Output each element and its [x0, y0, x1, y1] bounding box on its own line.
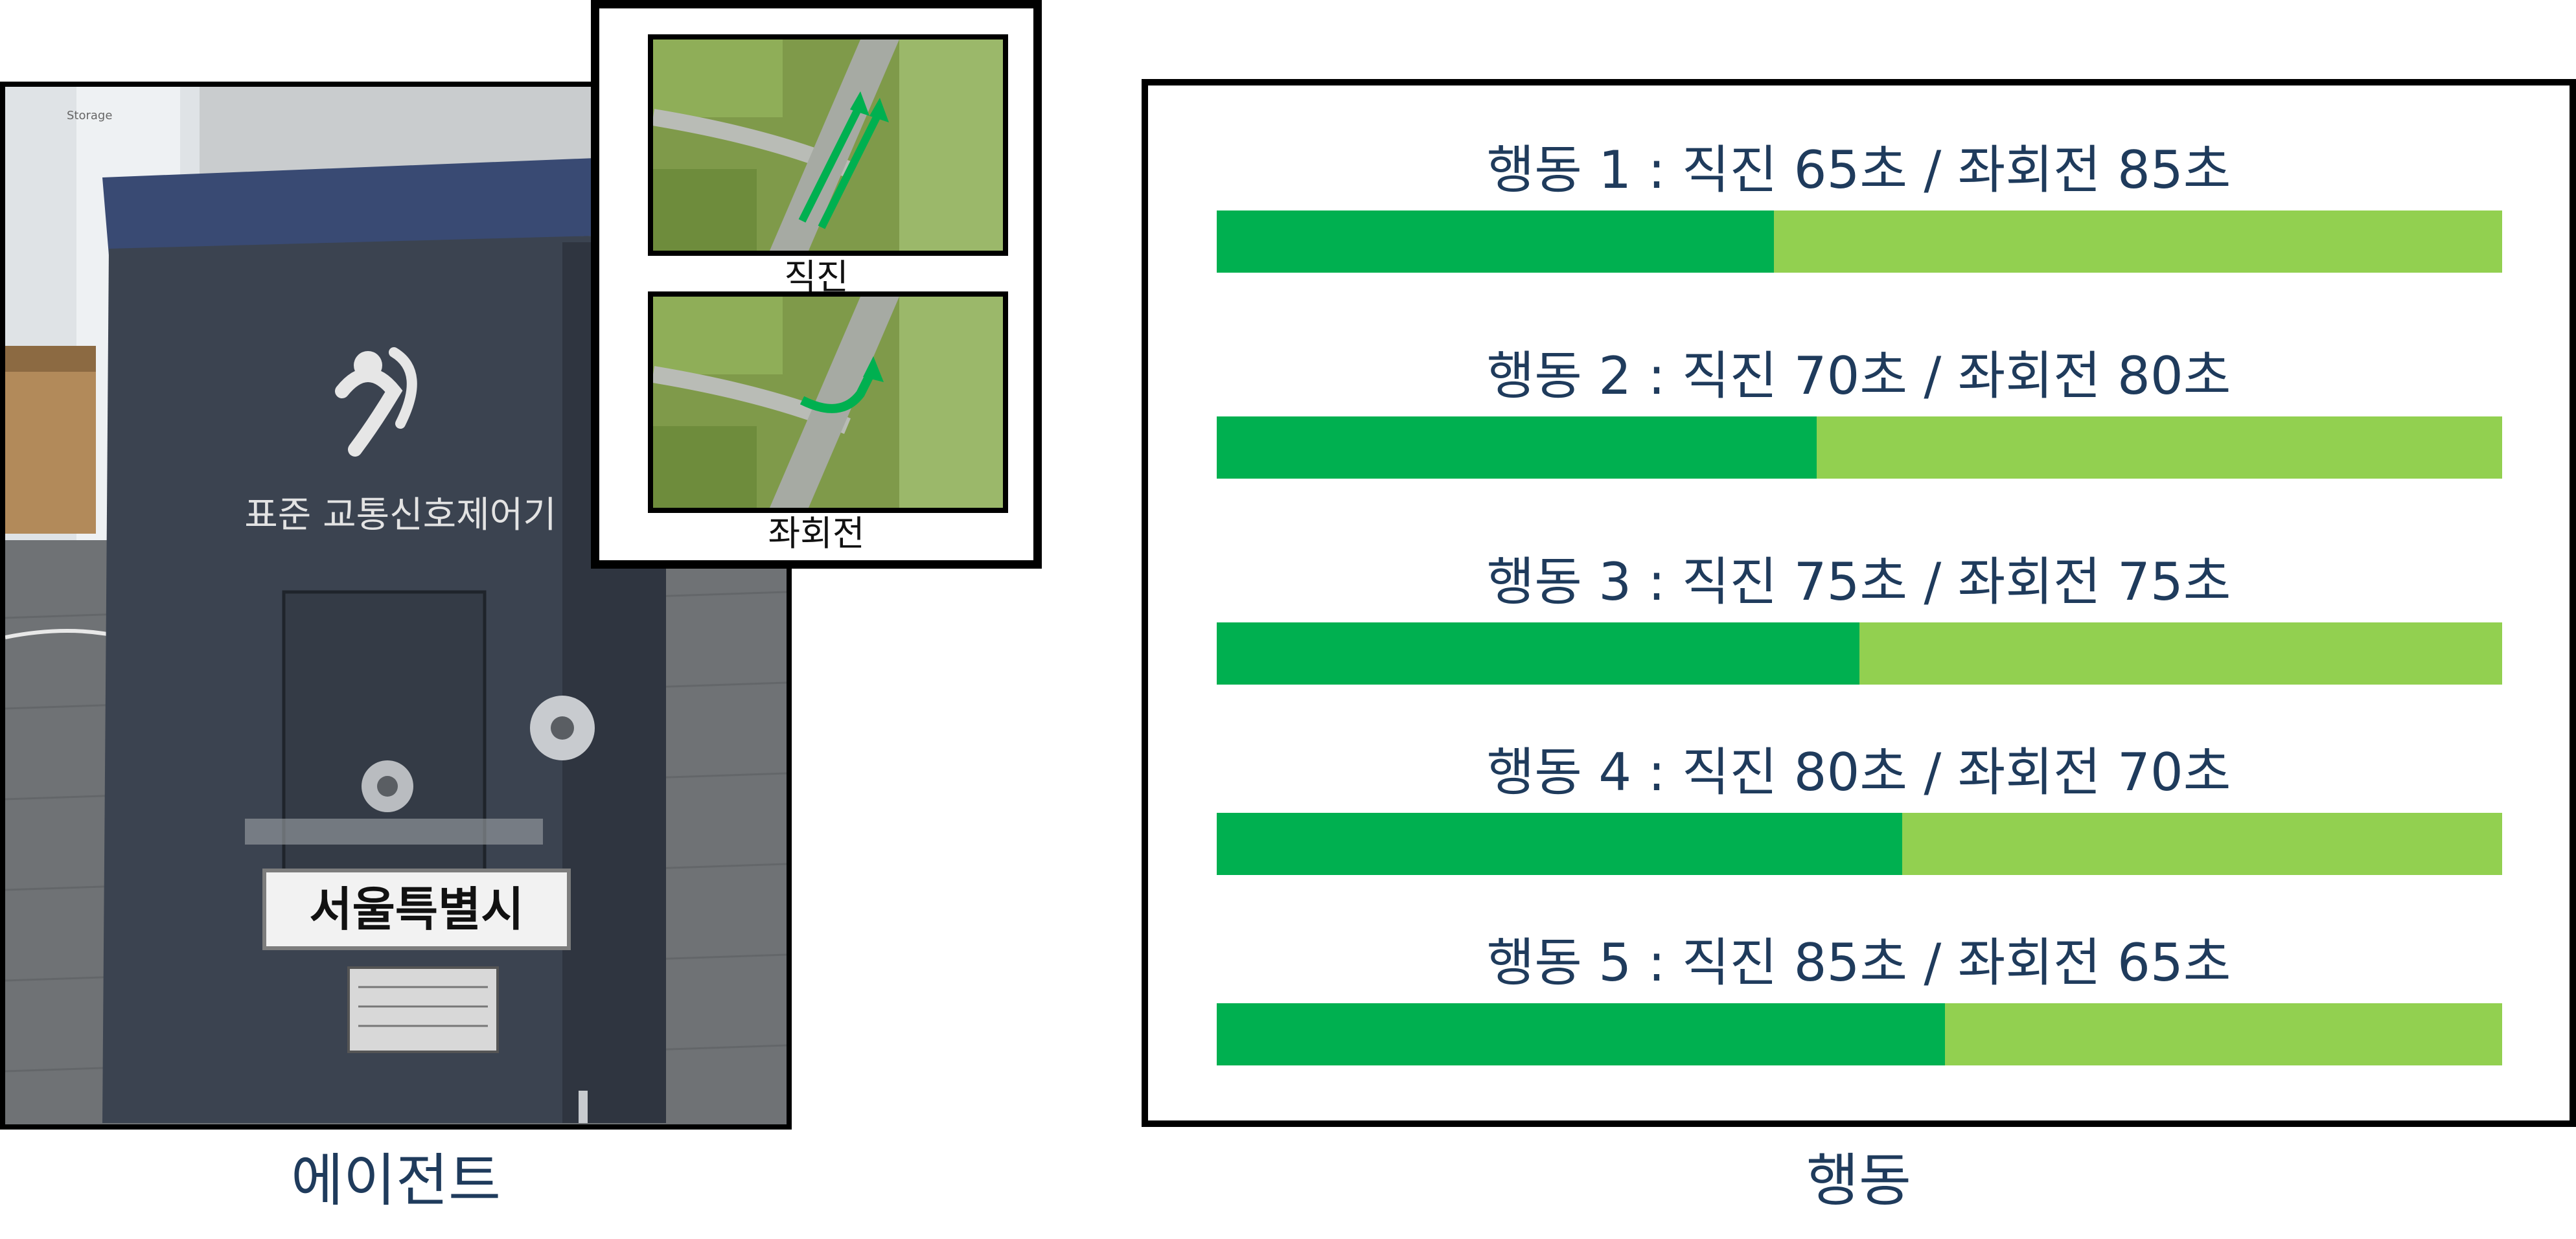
action-1-title: 행동 1 : 직진 65초 / 좌회전 85초 — [1486, 140, 2231, 200]
action-2-straight-fill — [1217, 416, 1817, 479]
agent-caption: 에이전트 — [291, 1147, 501, 1214]
box-text: Storage — [67, 109, 112, 122]
action-3-straight-fill — [1217, 622, 1859, 685]
action-5-bar — [1217, 1003, 2502, 1065]
action-4-title: 행동 4 : 직진 80초 / 좌회전 70초 — [1486, 742, 2231, 802]
straight-map — [648, 34, 1008, 256]
device-label: 표준 교통신호제어기 — [244, 494, 556, 536]
left-turn-map — [648, 291, 1008, 513]
action-3-bar — [1217, 622, 2502, 685]
action-panel: 행동 1 : 직진 65초 / 좌회전 85초 행동 2 : 직진 70초 / … — [1142, 79, 2576, 1127]
phase-inset: 직진 좌회전 — [591, 0, 1042, 569]
left-turn-label: 좌회전 — [768, 513, 865, 554]
action-2-bar — [1217, 416, 2502, 479]
action-1-bar — [1217, 210, 2502, 273]
action-4-bar — [1217, 813, 2502, 875]
action-5-title: 행동 5 : 직진 85초 / 좌회전 65초 — [1486, 933, 2231, 993]
action-caption: 행동 — [1806, 1147, 1911, 1214]
action-3-title: 행동 3 : 직진 75초 / 좌회전 75초 — [1486, 552, 2231, 612]
action-2-title: 행동 2 : 직진 70초 / 좌회전 80초 — [1486, 346, 2231, 406]
plate-label: 서울특별시 — [309, 882, 523, 937]
action-5-straight-fill — [1217, 1003, 1946, 1065]
action-1-straight-fill — [1217, 210, 1774, 273]
action-4-straight-fill — [1217, 813, 1903, 875]
